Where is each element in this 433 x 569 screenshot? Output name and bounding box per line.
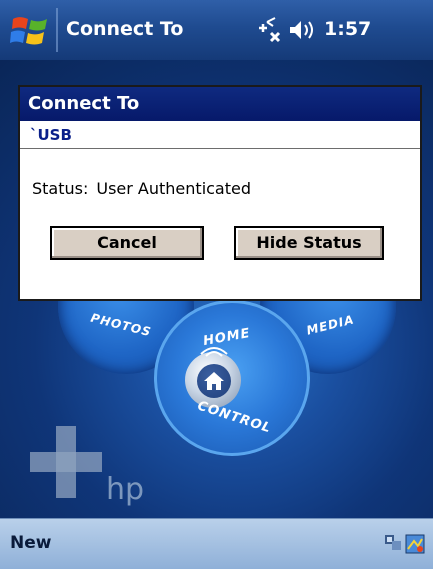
app-tray-icon[interactable] <box>404 533 426 555</box>
windows-start-icon[interactable] <box>10 13 50 49</box>
clock[interactable]: 1:57 <box>324 18 371 40</box>
hide-status-button[interactable]: Hide Status <box>234 226 384 260</box>
volume-icon[interactable] <box>288 18 318 42</box>
hp-brand-text: hp <box>106 472 145 507</box>
menu-bar: New <box>0 518 433 569</box>
status-label: Status: <box>32 179 89 198</box>
status-line: Status: User Authenticated <box>32 179 251 198</box>
connection-name: `USB <box>20 121 420 149</box>
status-value: User Authenticated <box>96 179 252 198</box>
cancel-button[interactable]: Cancel <box>50 226 204 260</box>
new-softkey[interactable]: New <box>10 533 51 553</box>
connect-dialog: Connect To `USB Status: User Authenticate… <box>18 85 422 301</box>
title-separator <box>56 8 58 52</box>
window-title: Connect To <box>66 18 184 40</box>
connectivity-icon[interactable] <box>255 16 283 44</box>
house-icon <box>204 372 224 390</box>
dialog-title: Connect To <box>20 87 420 121</box>
connection-tray-icon[interactable] <box>382 531 404 553</box>
title-bar: Connect To 1:57 <box>0 0 433 60</box>
hp-plus-logo-icon <box>30 426 102 498</box>
